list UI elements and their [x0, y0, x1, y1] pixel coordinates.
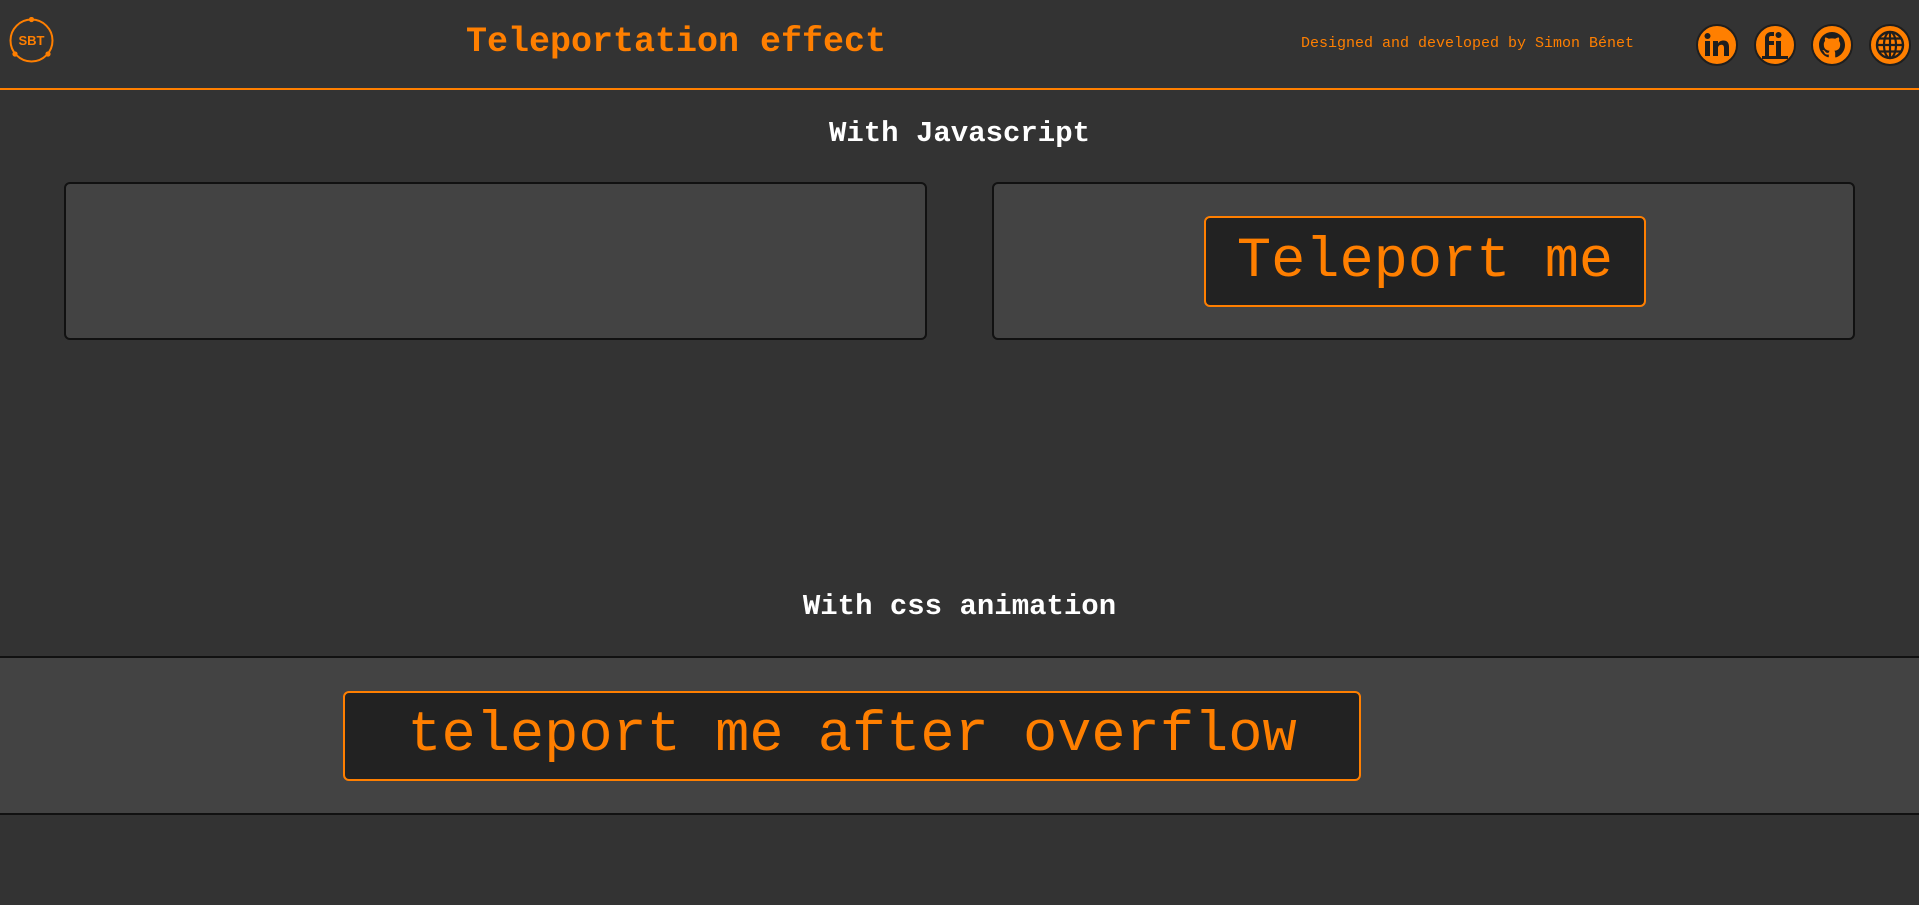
sbt-logo[interactable]: SBT: [8, 17, 55, 64]
css-section-title: With css animation: [802, 590, 1117, 623]
teleport-overflow-button[interactable]: teleport me after overflow: [343, 691, 1361, 781]
linkedin-link[interactable]: [1696, 24, 1738, 66]
javascript-section-title: With Javascript: [828, 117, 1091, 150]
freelance-link[interactable]: [1754, 24, 1796, 66]
teleport-panel-right: Teleport me: [992, 182, 1855, 340]
css-animation-strip: teleport me after overflow: [0, 656, 1919, 815]
globe-icon: [1875, 30, 1905, 60]
teleport-me-button[interactable]: Teleport me: [1204, 216, 1646, 307]
credit-text: Designed and developed by Simon Bénet: [1301, 35, 1635, 52]
logo-text: SBT: [19, 33, 45, 48]
site-header: SBT Teleportation effect Designed and de…: [0, 0, 1919, 90]
website-link[interactable]: [1869, 24, 1911, 66]
linkedin-icon: [1704, 33, 1729, 56]
teleport-panel-left: [64, 182, 927, 340]
page-title: Teleportation effect: [466, 22, 887, 62]
freelance-icon: [1762, 32, 1788, 59]
github-link[interactable]: [1811, 24, 1853, 66]
github-icon: [1819, 32, 1845, 58]
